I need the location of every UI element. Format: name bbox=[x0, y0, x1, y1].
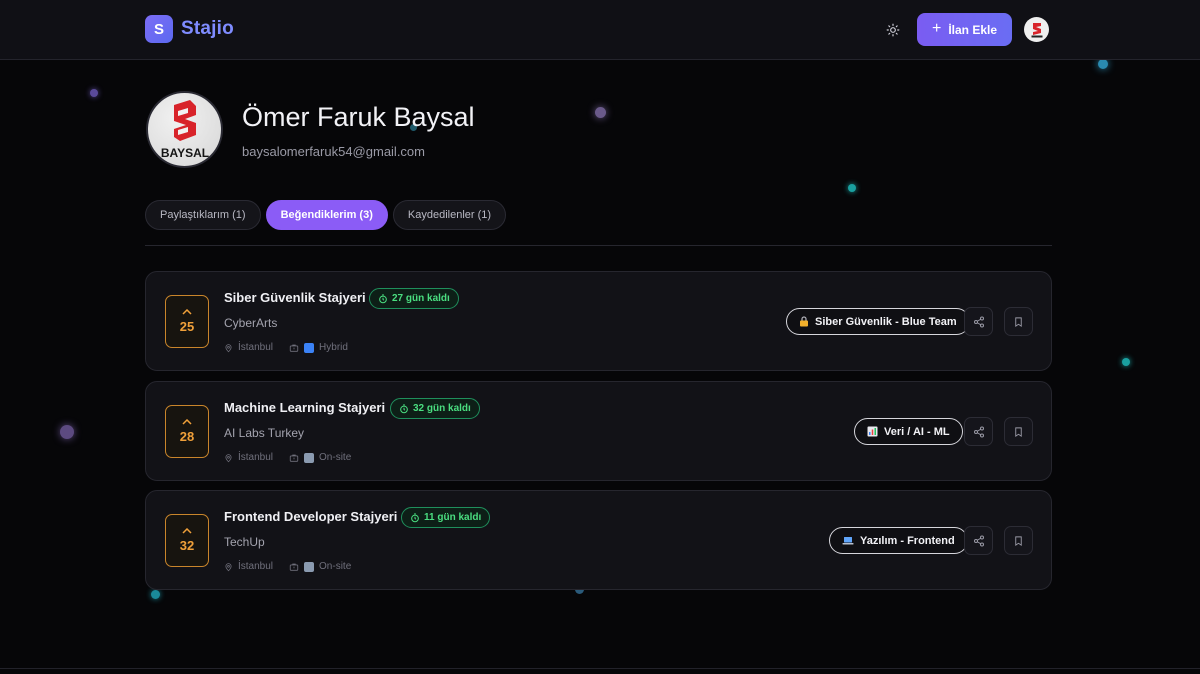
deadline-badge: 27 gün kaldı bbox=[369, 288, 459, 309]
location-text: İstanbul bbox=[238, 342, 274, 353]
office-building-icon bbox=[304, 561, 315, 572]
background-particle bbox=[60, 425, 74, 439]
footer-divider bbox=[0, 668, 1200, 669]
baysal-logo-icon bbox=[1031, 22, 1042, 37]
work-type-text: On-site bbox=[319, 452, 352, 463]
briefcase-icon bbox=[289, 563, 299, 571]
listing-title[interactable]: Frontend Developer Stajyeri bbox=[224, 509, 397, 524]
chevron-up-icon bbox=[182, 309, 192, 315]
timer-icon bbox=[411, 512, 419, 522]
chart-icon bbox=[867, 426, 878, 437]
location-text: İstanbul bbox=[238, 452, 274, 463]
background-particle bbox=[90, 89, 98, 97]
chevron-up-icon bbox=[182, 419, 192, 425]
bookmark-icon bbox=[1015, 316, 1022, 327]
logo-mark: S bbox=[145, 15, 173, 43]
lock-icon bbox=[800, 316, 808, 327]
background-particle bbox=[151, 590, 160, 599]
bookmark-button[interactable] bbox=[1004, 417, 1033, 446]
location-text: İstanbul bbox=[238, 561, 274, 572]
page: S Stajio + İlan Ekle BAYSAL Ömer Faruk B… bbox=[0, 0, 1200, 674]
listing-card[interactable]: 32 Frontend Developer Stajyeri 11 gün ka… bbox=[145, 490, 1052, 590]
upvote-button[interactable]: 28 bbox=[165, 405, 209, 458]
profile-avatar: BAYSAL bbox=[146, 91, 223, 168]
share-button[interactable] bbox=[964, 417, 993, 446]
tabs-divider bbox=[145, 245, 1052, 246]
vote-count: 25 bbox=[179, 319, 195, 334]
share-button[interactable] bbox=[964, 307, 993, 336]
deadline-badge: 32 gün kaldı bbox=[390, 398, 480, 419]
add-listing-button[interactable]: + İlan Ekle bbox=[917, 13, 1012, 46]
tab-liked[interactable]: Beğendiklerim (3) bbox=[265, 200, 388, 230]
vote-count: 32 bbox=[179, 538, 195, 553]
category-badge[interactable]: Siber Güvenlik - Blue Team bbox=[786, 308, 970, 335]
listing-meta: İstanbul On-site bbox=[224, 561, 351, 572]
briefcase-icon bbox=[289, 454, 299, 462]
listing-title[interactable]: Machine Learning Stajyeri bbox=[224, 400, 385, 415]
upvote-button[interactable]: 32 bbox=[165, 514, 209, 567]
app-logo[interactable]: S Stajio bbox=[145, 15, 234, 43]
location-pin-icon bbox=[225, 562, 232, 571]
app-name: Stajio bbox=[181, 18, 234, 39]
bookmark-icon bbox=[1015, 426, 1022, 437]
listing-card[interactable]: 25 Siber Güvenlik Stajyeri 27 gün kaldı … bbox=[145, 271, 1052, 371]
hybrid-icon bbox=[304, 342, 315, 353]
chevron-up-icon bbox=[182, 528, 192, 534]
profile-avatar-text: BAYSAL bbox=[160, 146, 208, 160]
theme-toggle-button[interactable] bbox=[880, 17, 906, 43]
tab-saved[interactable]: Kaydedilenler (1) bbox=[392, 200, 507, 230]
bookmark-icon bbox=[1015, 535, 1022, 546]
share-icon bbox=[973, 426, 984, 437]
bookmark-button[interactable] bbox=[1004, 526, 1033, 555]
listing-meta: İstanbul Hybrid bbox=[224, 342, 348, 353]
timer-icon bbox=[379, 293, 387, 303]
background-particle bbox=[595, 107, 606, 118]
listing-title[interactable]: Siber Güvenlik Stajyeri bbox=[224, 290, 366, 305]
company-name: TechUp bbox=[224, 535, 265, 549]
user-avatar-button[interactable] bbox=[1024, 17, 1049, 42]
category-badge[interactable]: Veri / AI - ML bbox=[854, 418, 963, 445]
plus-icon: + bbox=[931, 20, 942, 37]
vote-count: 28 bbox=[179, 429, 195, 444]
work-type-text: On-site bbox=[319, 561, 352, 572]
laptop-icon bbox=[842, 536, 854, 544]
deadline-text: 11 gün kaldı bbox=[424, 512, 482, 523]
profile-tabs: Paylaştıklarım (1) Beğendiklerim (3) Kay… bbox=[145, 200, 507, 230]
category-badge[interactable]: Yazılım - Frontend bbox=[829, 527, 968, 554]
category-text: Veri / AI - ML bbox=[884, 425, 950, 438]
profile-email: baysalomerfaruk54@gmail.com bbox=[242, 144, 425, 159]
location-pin-icon bbox=[225, 343, 232, 352]
share-button[interactable] bbox=[964, 526, 993, 555]
baysal-logo-icon: BAYSAL bbox=[160, 99, 209, 160]
background-particle bbox=[1122, 358, 1130, 366]
category-text: Siber Güvenlik - Blue Team bbox=[815, 315, 957, 328]
deadline-text: 32 gün kaldı bbox=[413, 403, 471, 414]
share-icon bbox=[973, 535, 984, 546]
deadline-badge: 11 gün kaldı bbox=[401, 507, 491, 528]
listing-card[interactable]: 28 Machine Learning Stajyeri 32 gün kald… bbox=[145, 381, 1052, 481]
briefcase-icon bbox=[289, 344, 299, 352]
listing-meta: İstanbul On-site bbox=[224, 452, 351, 463]
tab-shared[interactable]: Paylaştıklarım (1) bbox=[145, 200, 261, 230]
profile-name: Ömer Faruk Baysal bbox=[242, 102, 475, 132]
timer-icon bbox=[400, 403, 408, 413]
bookmark-button[interactable] bbox=[1004, 307, 1033, 336]
sun-icon bbox=[886, 23, 900, 37]
top-navbar: S Stajio + İlan Ekle bbox=[0, 0, 1200, 60]
background-particle bbox=[1098, 59, 1108, 69]
company-name: CyberArts bbox=[224, 316, 278, 330]
deadline-text: 27 gün kaldı bbox=[392, 293, 450, 304]
location-pin-icon bbox=[225, 453, 232, 462]
company-name: AI Labs Turkey bbox=[224, 426, 305, 440]
office-building-icon bbox=[304, 452, 315, 463]
category-text: Yazılım - Frontend bbox=[860, 534, 955, 547]
add-listing-label: İlan Ekle bbox=[948, 22, 998, 37]
work-type-text: Hybrid bbox=[319, 342, 348, 353]
upvote-button[interactable]: 25 bbox=[165, 295, 209, 348]
background-particle bbox=[848, 184, 856, 192]
share-icon bbox=[973, 316, 984, 327]
